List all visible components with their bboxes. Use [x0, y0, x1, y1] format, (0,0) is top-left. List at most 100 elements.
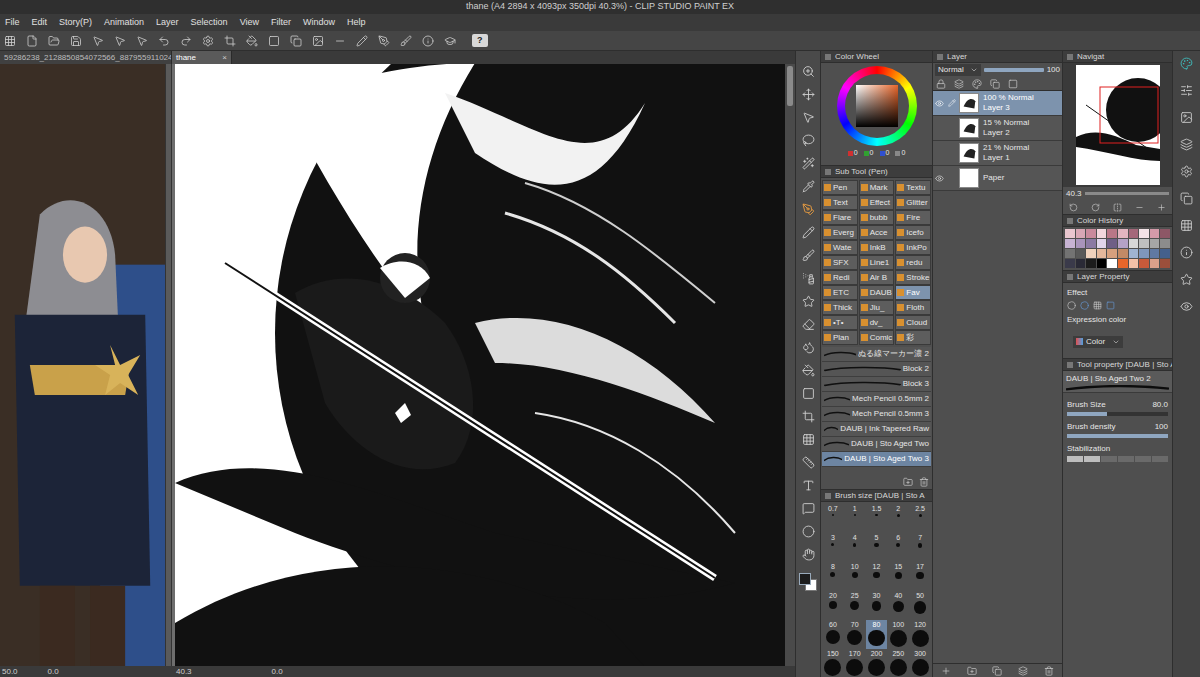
- dropdown-icon[interactable]: [970, 66, 978, 74]
- document-tab[interactable]: 59286238_2128850854072566_88795591102410…: [0, 51, 172, 64]
- brush-item[interactable]: DAUB | Sto Aged Two 3: [822, 452, 931, 467]
- grid-icon[interactable]: [1180, 219, 1193, 232]
- artwork-canvas[interactable]: [175, 64, 785, 666]
- history-swatch[interactable]: [1097, 259, 1107, 268]
- history-swatch[interactable]: [1139, 229, 1149, 238]
- brush-size-option[interactable]: 150: [822, 649, 844, 677]
- sub-tool-group[interactable]: Text: [822, 195, 858, 210]
- panel-grip-icon[interactable]: [1067, 218, 1073, 224]
- history-swatch[interactable]: [1086, 229, 1096, 238]
- auto-select-icon[interactable]: [802, 157, 815, 170]
- color-set-icon[interactable]: [1180, 57, 1193, 70]
- expression-select[interactable]: Color: [1073, 336, 1123, 348]
- hue-ring[interactable]: [837, 66, 917, 146]
- copy-icon[interactable]: [290, 35, 302, 47]
- setting-segments[interactable]: [1067, 456, 1168, 462]
- menu-item[interactable]: Selection: [191, 16, 228, 30]
- opacity-slider[interactable]: [984, 68, 1044, 72]
- history-swatch[interactable]: [1086, 259, 1096, 268]
- sub-tool-group[interactable]: Fire: [895, 210, 931, 225]
- panel-grip-icon[interactable]: [825, 493, 831, 499]
- history-swatch[interactable]: [1139, 259, 1149, 268]
- history-swatch[interactable]: [1086, 249, 1096, 258]
- sub-tool-group[interactable]: InkB: [859, 240, 895, 255]
- sub-tool-group[interactable]: Flare: [822, 210, 858, 225]
- select-icon[interactable]: [92, 35, 104, 47]
- history-swatch[interactable]: [1107, 229, 1117, 238]
- sub-tool-group[interactable]: Acce: [859, 225, 895, 240]
- history-swatch[interactable]: [1150, 239, 1160, 248]
- color-slider-icon[interactable]: [1180, 84, 1193, 97]
- new-file-icon[interactable]: [26, 35, 38, 47]
- brush-item[interactable]: DAUB | Sto Aged Two: [822, 437, 931, 452]
- brush-size-option[interactable]: 3: [822, 533, 844, 562]
- layer-search-icon[interactable]: [1180, 138, 1193, 151]
- reference-zoom[interactable]: 50.0: [2, 666, 18, 677]
- history-swatch[interactable]: [1150, 229, 1160, 238]
- vertical-scrollbar[interactable]: [785, 64, 795, 666]
- setting-value[interactable]: 80.0: [1152, 399, 1168, 411]
- main-sub-color[interactable]: [799, 573, 817, 591]
- line-icon[interactable]: [334, 35, 346, 47]
- edit-icon[interactable]: [356, 35, 368, 47]
- sub-tool-group[interactable]: Effect: [859, 195, 895, 210]
- figure-icon[interactable]: [802, 410, 815, 423]
- sub-tool-group[interactable]: bubb: [859, 210, 895, 225]
- brush-item[interactable]: Mech Pencil 0.5mm 2: [822, 392, 931, 407]
- brush-size-option[interactable]: 0.7: [822, 504, 844, 533]
- layer-row[interactable]: 21 % NormalLayer 1: [933, 141, 1062, 166]
- menu-item[interactable]: View: [240, 16, 259, 30]
- brush-size-option[interactable]: 70: [844, 620, 866, 649]
- sub-tool-group[interactable]: Air B: [859, 270, 895, 285]
- history-swatch[interactable]: [1065, 259, 1075, 268]
- airbrush-icon[interactable]: [802, 272, 815, 285]
- reference-layer-icon[interactable]: [972, 79, 982, 89]
- panel-grip-icon[interactable]: [825, 169, 831, 175]
- menu-item[interactable]: Window: [303, 16, 335, 30]
- select-layer-icon[interactable]: [114, 35, 126, 47]
- sub-tool-group[interactable]: Icefo: [895, 225, 931, 240]
- history-swatch[interactable]: [1150, 259, 1160, 268]
- layer-row[interactable]: Paper: [933, 166, 1062, 191]
- favorites-icon[interactable]: [1180, 273, 1193, 286]
- brush-size-option[interactable]: 1: [844, 504, 866, 533]
- preview-icon[interactable]: [1180, 300, 1193, 313]
- sub-tool-group[interactable]: SFX: [822, 255, 858, 270]
- merge-icon[interactable]: [1018, 666, 1028, 676]
- history-swatch[interactable]: [1129, 239, 1139, 248]
- blend-icon[interactable]: [802, 341, 815, 354]
- panel-grip-icon[interactable]: [825, 54, 831, 60]
- brush-size-option[interactable]: 100: [887, 620, 909, 649]
- visibility-icon[interactable]: [935, 174, 944, 183]
- history-swatch[interactable]: [1129, 249, 1139, 258]
- brush-item[interactable]: ぬる線マーカー濃 2: [822, 347, 931, 362]
- history-swatch[interactable]: [1118, 249, 1128, 258]
- sub-tool-group[interactable]: Comic: [859, 330, 895, 345]
- sub-tool-group[interactable]: Line1: [859, 255, 895, 270]
- copy-icon[interactable]: [1180, 192, 1193, 205]
- zoom-slider[interactable]: [1085, 192, 1169, 195]
- brush-size-option[interactable]: 2.5: [909, 504, 931, 533]
- panel-grip-icon[interactable]: [1067, 274, 1073, 280]
- hand-icon[interactable]: [802, 548, 815, 561]
- brush-size-option[interactable]: 8: [822, 562, 844, 591]
- close-tab-button[interactable]: ×: [222, 51, 227, 64]
- brush-size-option[interactable]: 200: [866, 649, 888, 677]
- scroll-thumb[interactable]: [787, 66, 793, 106]
- reference-angle[interactable]: 0.0: [48, 666, 59, 677]
- menu-item[interactable]: Edit: [32, 16, 48, 30]
- history-swatch[interactable]: [1086, 239, 1096, 248]
- new-layer-icon[interactable]: [941, 666, 951, 676]
- sub-tool-group[interactable]: Everg: [822, 225, 858, 240]
- history-swatch[interactable]: [1118, 239, 1128, 248]
- duplicate-icon[interactable]: [992, 666, 1002, 676]
- sub-tool-group[interactable]: ETC: [822, 285, 858, 300]
- reference-image[interactable]: [0, 64, 165, 666]
- history-swatch[interactable]: [1107, 259, 1117, 268]
- mask-icon[interactable]: [1008, 79, 1018, 89]
- history-swatch[interactable]: [1139, 239, 1149, 248]
- brush-size-option[interactable]: 20: [822, 591, 844, 620]
- color-value[interactable]: 0: [895, 148, 905, 159]
- sub-tool-group[interactable]: Fav: [895, 285, 931, 300]
- history-swatch[interactable]: [1160, 229, 1170, 238]
